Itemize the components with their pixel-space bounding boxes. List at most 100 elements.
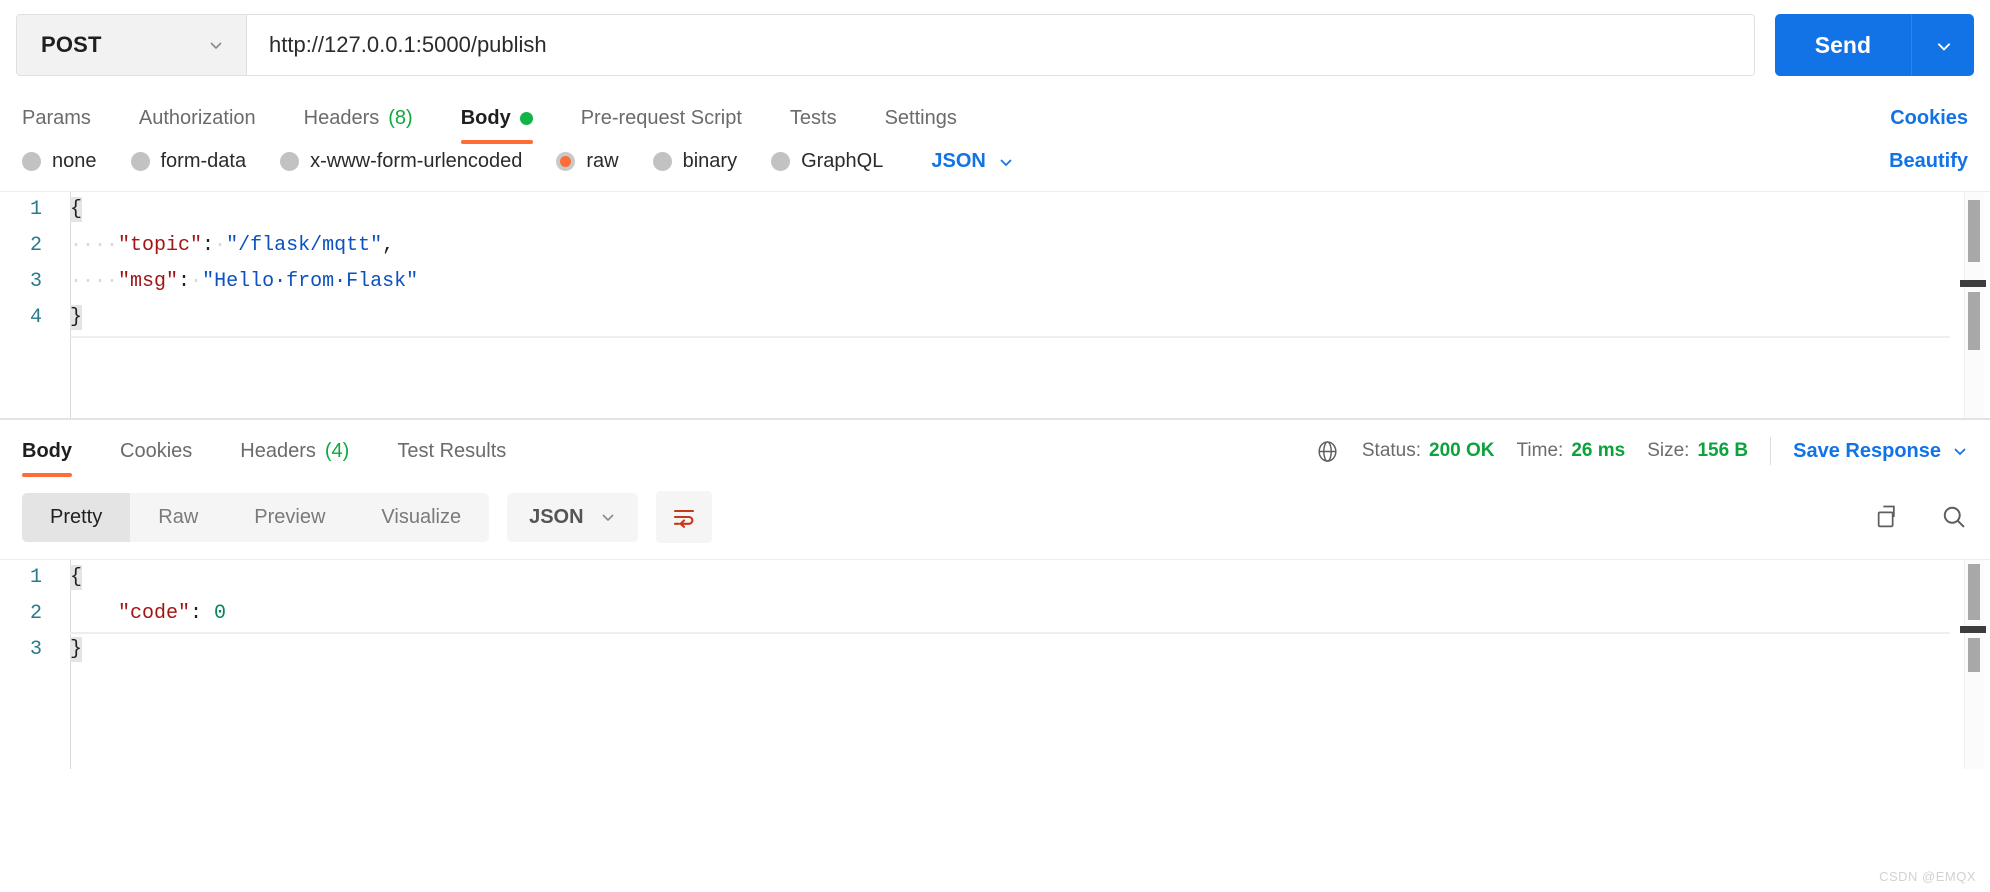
status-value: 200 OK	[1429, 440, 1495, 461]
code-line[interactable]: }	[58, 632, 1990, 668]
tab-pre-request-script[interactable]: Pre-request Script	[581, 107, 742, 144]
tab-label: Test Results	[397, 440, 507, 462]
editor-scrollbar-thumb[interactable]	[1968, 200, 1980, 262]
body-type-binary[interactable]: binary	[652, 150, 737, 173]
save-response-label: Save Response	[1793, 439, 1941, 462]
editor-scrollbar-thumb[interactable]	[1968, 564, 1980, 620]
response-tool-icons	[1874, 503, 1968, 531]
response-tab-headers[interactable]: Headers (4)	[240, 440, 349, 477]
view-mode-pretty[interactable]: Pretty	[22, 492, 131, 542]
tab-tests[interactable]: Tests	[790, 107, 837, 144]
method-url-group: POST http://127.0.0.1:5000/publish	[16, 14, 1755, 76]
response-headers-count: (4)	[324, 440, 350, 462]
line-number: 2	[29, 602, 42, 625]
option-label: raw	[586, 150, 619, 172]
code-row: 1 {	[0, 560, 1990, 596]
option-label: form-data	[160, 150, 247, 172]
request-tabs: Params Authorization Headers (8) Body Pr…	[0, 88, 1990, 144]
response-view-toolbar: Pretty Raw Preview Visualize JSON	[0, 477, 1990, 559]
line-number: 1	[29, 566, 42, 589]
raw-format-select[interactable]: JSON	[931, 150, 1013, 173]
divider	[1770, 437, 1772, 465]
tab-label: Body	[22, 440, 72, 462]
cookies-link[interactable]: Cookies	[1890, 107, 1968, 144]
size-label: Size:	[1647, 440, 1690, 461]
tab-label: Authorization	[138, 107, 256, 129]
view-mode-raw[interactable]: Raw	[130, 493, 226, 542]
response-body-editor[interactable]: 1 { 2 "code": 0 3 }	[0, 559, 1990, 769]
response-format-label: JSON	[529, 505, 584, 528]
raw-format-label: JSON	[931, 150, 986, 172]
code-row: 2 "code": 0	[0, 596, 1990, 632]
copy-icon[interactable]	[1874, 503, 1902, 531]
code-line[interactable]: "code": 0	[58, 596, 1990, 632]
option-label: x-www-form-urlencoded	[310, 150, 523, 172]
chevron-down-icon	[1935, 37, 1951, 53]
code-row: 4 }	[0, 300, 1990, 336]
time-label: Time:	[1516, 440, 1564, 461]
chevron-down-icon	[1952, 443, 1968, 459]
tab-label: Body	[460, 107, 511, 129]
radio-icon	[22, 152, 41, 171]
request-body-editor[interactable]: 1 { 2 ····"topic":·"/flask/mqtt", 3 ····…	[0, 191, 1990, 419]
request-url-input[interactable]: http://127.0.0.1:5000/publish	[247, 15, 1754, 75]
code-line[interactable]: ····"msg":·"Hello·from·Flask"	[58, 264, 1990, 300]
radio-icon	[771, 152, 791, 171]
response-tab-test-results[interactable]: Test Results	[397, 440, 506, 477]
code-line[interactable]: {	[58, 560, 1990, 596]
body-type-x-www-form-urlencoded[interactable]: x-www-form-urlencoded	[280, 150, 522, 173]
editor-line-separator	[70, 336, 1950, 338]
tab-body[interactable]: Body	[460, 107, 533, 144]
tab-label: Headers	[303, 107, 380, 129]
body-type-graphql[interactable]: GraphQL	[771, 150, 883, 173]
code-line[interactable]: }	[58, 300, 1990, 336]
code-line[interactable]: ····"topic":·"/flask/mqtt",	[58, 228, 1990, 264]
editor-scroll-marker	[1960, 626, 1986, 633]
code-row: 3 }	[0, 632, 1990, 668]
chevron-down-icon	[208, 37, 224, 53]
line-number: 3	[29, 270, 42, 293]
request-url-bar: POST http://127.0.0.1:5000/publish Send	[0, 0, 1990, 88]
code-row: 3 ····"msg":·"Hello·from·Flask"	[0, 264, 1990, 300]
http-method-select[interactable]: POST	[17, 15, 247, 75]
radio-icon	[130, 152, 150, 171]
tab-headers[interactable]: Headers (8)	[304, 107, 413, 144]
view-mode-preview[interactable]: Preview	[226, 493, 353, 542]
tab-label: Pre-request Script	[580, 107, 742, 129]
view-mode-visualize[interactable]: Visualize	[353, 493, 489, 542]
tab-settings[interactable]: Settings	[885, 107, 957, 144]
editor-scrollbar-thumb-secondary[interactable]	[1968, 292, 1980, 350]
send-options-button[interactable]	[1912, 14, 1974, 76]
radio-icon	[280, 152, 300, 171]
response-tab-cookies[interactable]: Cookies	[120, 440, 192, 477]
option-label: none	[52, 150, 97, 172]
tab-authorization[interactable]: Authorization	[139, 107, 256, 144]
radio-icon	[652, 152, 672, 171]
watermark: CSDN @EMQX	[1879, 869, 1976, 884]
body-type-form-data[interactable]: form-data	[130, 150, 247, 173]
send-group: Send	[1774, 14, 1974, 76]
globe-icon	[1315, 439, 1340, 464]
body-type-raw[interactable]: raw	[556, 150, 619, 173]
status-label: Status:	[1361, 440, 1422, 461]
tab-label: Params	[22, 107, 91, 129]
response-tab-body[interactable]: Body	[22, 440, 72, 477]
tab-label: Headers	[240, 440, 316, 462]
body-type-none[interactable]: none	[22, 150, 97, 173]
tab-label: Settings	[884, 107, 957, 129]
response-view-mode-group: Pretty Raw Preview Visualize	[22, 492, 490, 542]
line-number: 3	[29, 638, 42, 661]
tab-params[interactable]: Params	[22, 107, 91, 144]
wrap-lines-button[interactable]	[655, 491, 712, 543]
code-row: 1 {	[0, 192, 1990, 228]
response-format-select[interactable]: JSON	[507, 492, 638, 542]
search-icon[interactable]	[1940, 503, 1968, 531]
code-line[interactable]: {	[58, 192, 1990, 228]
line-number: 4	[29, 306, 42, 329]
editor-scrollbar-thumb-secondary[interactable]	[1968, 638, 1980, 672]
editor-line-separator	[70, 632, 1950, 634]
send-button[interactable]: Send	[1775, 14, 1912, 76]
http-method-label: POST	[41, 32, 102, 57]
beautify-button[interactable]: Beautify	[1889, 150, 1968, 173]
save-response-button[interactable]: Save Response	[1793, 440, 1968, 463]
